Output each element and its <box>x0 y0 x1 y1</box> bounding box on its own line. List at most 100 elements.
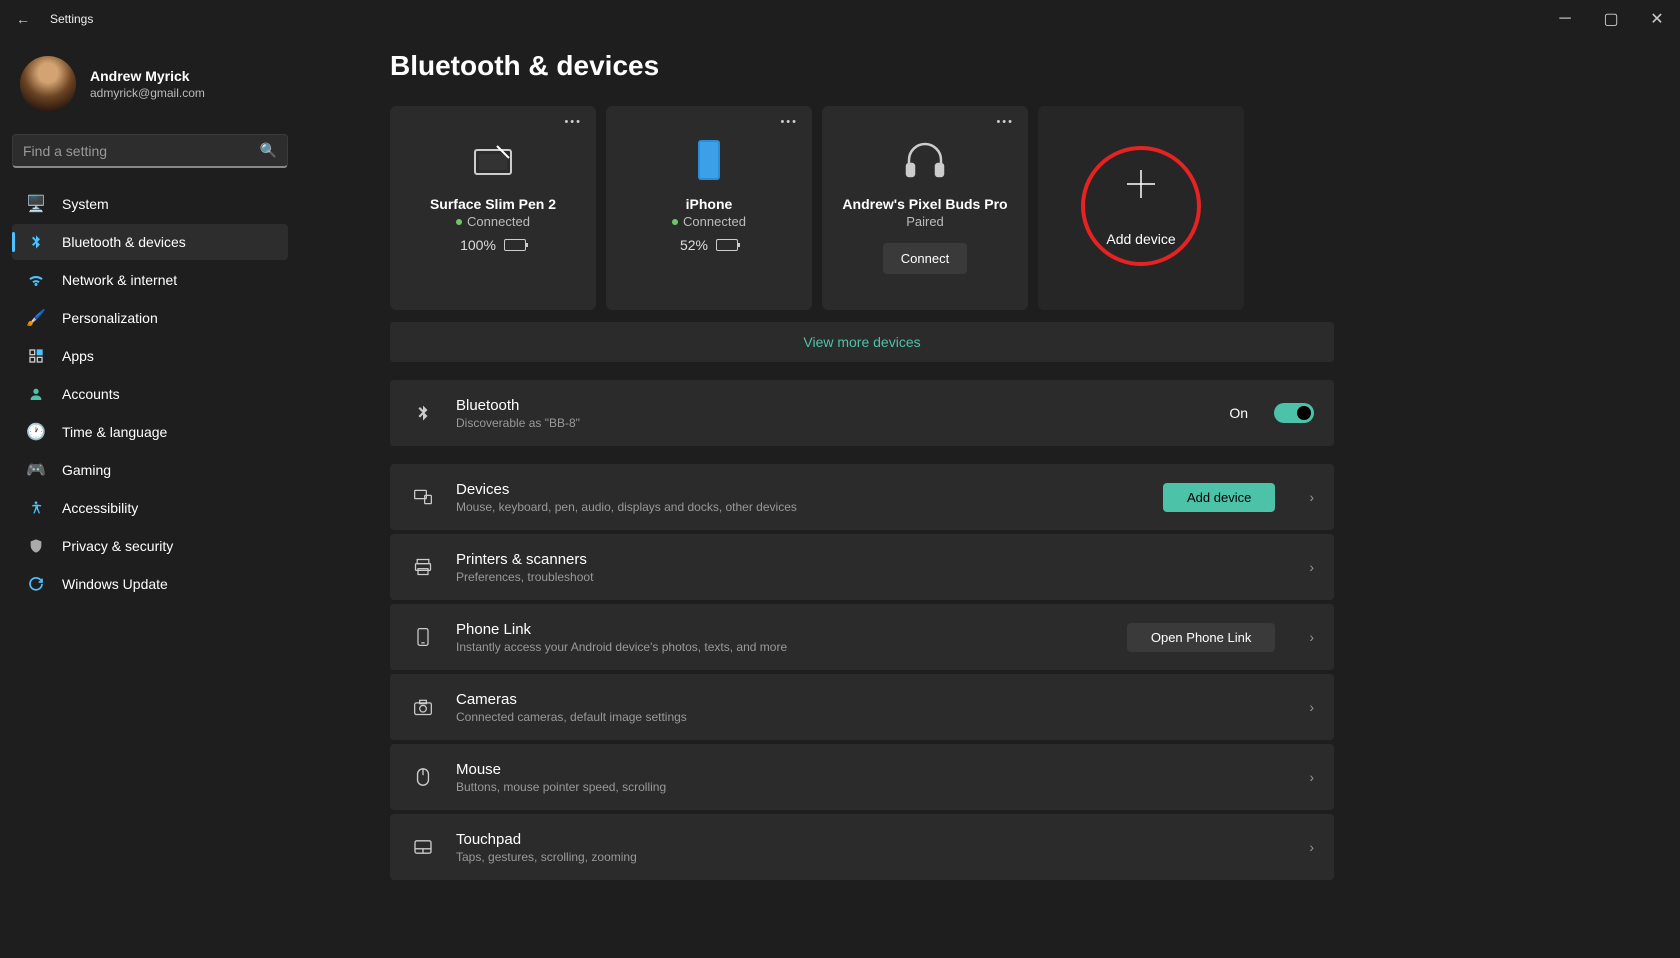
row-title: Phone Link <box>456 621 1127 638</box>
row-subtitle: Mouse, keyboard, pen, audio, displays an… <box>456 500 1163 514</box>
row-subtitle: Instantly access your Android device's p… <box>456 640 1127 654</box>
chevron-right-icon: › <box>1309 629 1314 645</box>
profile-section[interactable]: Andrew Myrick admyrick@gmail.com <box>12 46 288 130</box>
connect-button[interactable]: Connect <box>883 243 967 274</box>
view-more-link[interactable]: View more devices <box>390 322 1334 362</box>
status-dot-icon <box>456 219 462 225</box>
device-cards: ••• Surface Slim Pen 2 Connected 100% ••… <box>390 106 1620 310</box>
devices-row[interactable]: Devices Mouse, keyboard, pen, audio, dis… <box>390 464 1334 530</box>
person-icon <box>26 384 46 404</box>
profile-email: admyrick@gmail.com <box>90 86 205 100</box>
mouse-row[interactable]: Mouse Buttons, mouse pointer speed, scro… <box>390 744 1334 810</box>
minimize-button[interactable]: ─ <box>1542 0 1588 38</box>
chevron-right-icon: › <box>1309 839 1314 855</box>
chevron-right-icon: › <box>1309 769 1314 785</box>
close-button[interactable]: ✕ <box>1634 0 1680 38</box>
nav-label: Apps <box>62 348 94 364</box>
bluetooth-icon <box>26 232 46 252</box>
device-name: Andrew's Pixel Buds Pro <box>842 196 1007 212</box>
printer-icon <box>410 557 436 577</box>
card-more-icon[interactable]: ••• <box>780 116 798 128</box>
device-status: Connected <box>456 214 530 229</box>
row-subtitle: Connected cameras, default image setting… <box>456 710 1291 724</box>
search-icon: 🔍 <box>260 142 277 159</box>
bluetooth-icon <box>410 404 436 422</box>
system-icon: 🖥️ <box>26 194 46 214</box>
battery-icon <box>716 239 738 251</box>
device-status: Connected <box>672 214 746 229</box>
page-title: Bluetooth & devices <box>390 50 1620 82</box>
nav-apps[interactable]: Apps <box>12 338 288 374</box>
add-device-card[interactable]: Add device <box>1038 106 1244 310</box>
card-more-icon[interactable]: ••• <box>996 116 1014 128</box>
nav-update[interactable]: Windows Update <box>12 566 288 602</box>
phone-icon <box>410 627 436 647</box>
shield-icon <box>26 536 46 556</box>
nav-label: Accessibility <box>62 500 138 516</box>
headphones-icon <box>903 138 947 182</box>
device-card-iphone[interactable]: ••• iPhone Connected 52% <box>606 106 812 310</box>
nav-label: Privacy & security <box>62 538 173 554</box>
nav-accessibility[interactable]: Accessibility <box>12 490 288 526</box>
row-title: Touchpad <box>456 831 1291 848</box>
nav-privacy[interactable]: Privacy & security <box>12 528 288 564</box>
touchpad-icon <box>410 839 436 855</box>
nav-system[interactable]: 🖥️ System <box>12 186 288 222</box>
toggle-state: On <box>1229 405 1248 421</box>
nav-personalization[interactable]: 🖌️ Personalization <box>12 300 288 336</box>
nav-time[interactable]: 🕐Time & language <box>12 414 288 450</box>
wifi-icon <box>26 270 46 290</box>
search-box[interactable]: 🔍 <box>12 134 288 168</box>
device-name: iPhone <box>686 196 733 212</box>
nav-label: Time & language <box>62 424 167 440</box>
nav-accounts[interactable]: Accounts <box>12 376 288 412</box>
row-subtitle: Taps, gestures, scrolling, zooming <box>456 850 1291 864</box>
row-title: Mouse <box>456 761 1291 778</box>
bluetooth-toggle[interactable] <box>1274 403 1314 423</box>
phonelink-row[interactable]: Phone Link Instantly access your Android… <box>390 604 1334 670</box>
nav-label: Personalization <box>62 310 158 326</box>
chevron-right-icon: › <box>1309 699 1314 715</box>
search-input[interactable] <box>23 143 260 159</box>
devices-icon <box>410 487 436 507</box>
profile-name: Andrew Myrick <box>90 68 205 84</box>
card-more-icon[interactable]: ••• <box>564 116 582 128</box>
device-card-pixelbuds[interactable]: ••• Andrew's Pixel Buds Pro Paired Conne… <box>822 106 1028 310</box>
nav-label: Windows Update <box>62 576 168 592</box>
highlight-circle <box>1081 146 1201 266</box>
device-battery: 52% <box>680 237 738 253</box>
chevron-right-icon: › <box>1309 489 1314 505</box>
printers-row[interactable]: Printers & scanners Preferences, trouble… <box>390 534 1334 600</box>
open-phonelink-button[interactable]: Open Phone Link <box>1127 623 1275 652</box>
row-subtitle: Discoverable as "BB-8" <box>456 416 1229 430</box>
row-title: Bluetooth <box>456 397 1229 414</box>
device-card-pen[interactable]: ••• Surface Slim Pen 2 Connected 100% <box>390 106 596 310</box>
sidebar: Andrew Myrick admyrick@gmail.com 🔍 🖥️ Sys… <box>0 38 300 958</box>
accessibility-icon <box>26 498 46 518</box>
device-battery: 100% <box>460 237 526 253</box>
phone-icon <box>696 138 722 182</box>
apps-icon <box>26 346 46 366</box>
maximize-button[interactable]: ▢ <box>1588 0 1634 38</box>
brush-icon: 🖌️ <box>26 308 46 328</box>
nav-gaming[interactable]: 🎮Gaming <box>12 452 288 488</box>
titlebar-title: Settings <box>50 12 93 26</box>
nav-label: System <box>62 196 109 212</box>
nav-label: Network & internet <box>62 272 177 288</box>
bluetooth-row[interactable]: Bluetooth Discoverable as "BB-8" On <box>390 380 1334 446</box>
nav-network[interactable]: Network & internet <box>12 262 288 298</box>
nav-bluetooth[interactable]: Bluetooth & devices <box>12 224 288 260</box>
cameras-row[interactable]: Cameras Connected cameras, default image… <box>390 674 1334 740</box>
camera-icon <box>410 698 436 716</box>
touchpad-row[interactable]: Touchpad Taps, gestures, scrolling, zoom… <box>390 814 1334 880</box>
mouse-icon <box>410 767 436 787</box>
device-status: Paired <box>906 214 944 229</box>
pen-tablet-icon <box>469 138 517 182</box>
nav-label: Bluetooth & devices <box>62 234 186 250</box>
add-device-button[interactable]: Add device <box>1163 483 1275 512</box>
status-dot-icon <box>672 219 678 225</box>
back-button[interactable]: ← <box>16 11 30 27</box>
nav-label: Gaming <box>62 462 111 478</box>
content-area: Bluetooth & devices ••• Surface Slim Pen… <box>300 38 1680 958</box>
row-title: Cameras <box>456 691 1291 708</box>
